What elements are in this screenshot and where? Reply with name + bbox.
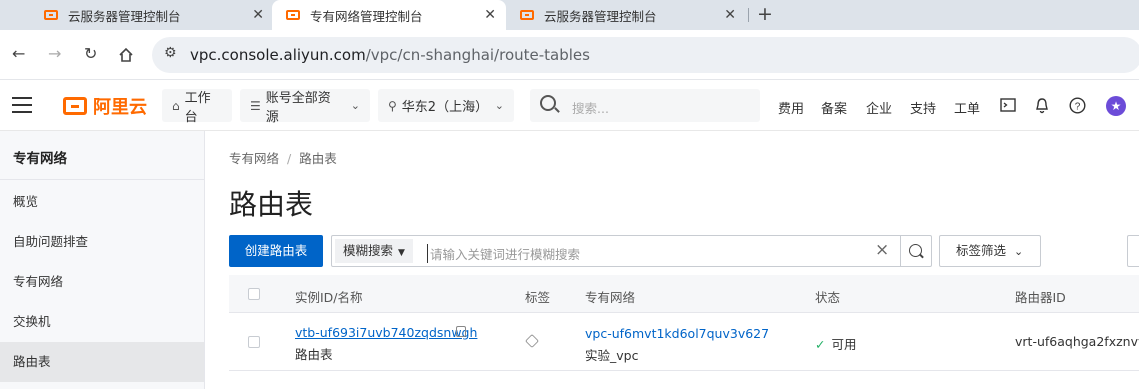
vpc-name: 实验_vpc [585, 348, 639, 363]
search-icon[interactable] [909, 244, 922, 257]
column-header-instance: 实例ID/名称 [295, 290, 363, 305]
column-header-router-id: 路由器ID [1015, 290, 1066, 305]
sidebar-item-vpc[interactable]: 专有网络 [0, 262, 204, 302]
region-label: 华东2（上海） [401, 100, 489, 115]
chevron-down-icon: ⌄ [1014, 245, 1024, 258]
aliyun-favicon-icon [44, 10, 58, 20]
url-text[interactable]: vpc.console.aliyun.com/vpc/cn-shanghai/r… [190, 46, 590, 64]
menu-hamburger-icon[interactable] [12, 97, 32, 113]
tab-title: 云服务器管理控制台 [68, 8, 181, 24]
nav-link-enterprise[interactable]: 企业 [866, 98, 892, 117]
sidebar-title: 专有网络 [13, 151, 67, 167]
copy-icon[interactable] [456, 326, 466, 337]
nav-link-support[interactable]: 支持 [910, 98, 936, 117]
svg-text:?: ? [1075, 102, 1081, 113]
route-table-id-link[interactable]: vtb-uf693i7uvb740zqdsnwgh [295, 325, 477, 340]
search-icon [540, 95, 556, 111]
nav-link-icp[interactable]: 备案 [821, 98, 847, 117]
select-all-checkbox[interactable] [248, 288, 260, 300]
divider [900, 236, 901, 266]
logo-text: 阿里云 [93, 97, 147, 118]
aliyun-favicon-icon [520, 10, 534, 20]
address-bar-row: ← → ↻ ⚙ vpc.console.aliyun.com/vpc/cn-sh… [0, 30, 1139, 80]
route-table-name: 路由表 [295, 347, 333, 362]
tab-title: 云服务器管理控制台 [544, 8, 657, 24]
breadcrumb-route-table: 路由表 [299, 151, 337, 166]
home-icon[interactable] [118, 47, 134, 63]
sidebar-item-diagnosis[interactable]: 自助问题排查 [0, 222, 204, 262]
status-badge: ✓ 可用 [815, 337, 857, 352]
chevron-down-icon: ⌄ [494, 99, 504, 112]
sidebar: 专有网络 概览 自助问题排查 专有网络 交换机 路由表 [0, 131, 205, 389]
terminal-icon[interactable] [1000, 98, 1016, 112]
browser-tab-ecs-1[interactable]: 云服务器管理控制台 ✕ [30, 0, 274, 30]
tab-separator [748, 8, 749, 22]
sidebar-item-route-table[interactable]: 路由表 [0, 342, 204, 382]
close-tab-icon[interactable]: ✕ [252, 7, 264, 23]
workbench-label: 工作台 [184, 90, 211, 125]
breadcrumb-vpc[interactable]: 专有网络 [229, 151, 279, 166]
list-icon: ☰ [250, 98, 261, 113]
clear-icon[interactable]: × [875, 240, 889, 260]
column-header-status: 状态 [815, 290, 841, 305]
table-row: vtb-uf693i7uvb740zqdsnwgh 路由表 vpc-uf6mvt… [229, 313, 1139, 371]
breadcrumb-separator: / [287, 151, 292, 166]
fuzzy-search-input[interactable]: 请输入关键词进行模糊搜索 [427, 244, 580, 263]
reload-icon[interactable]: ↻ [84, 44, 97, 63]
page-title: 路由表 [229, 188, 314, 221]
forward-arrow-icon[interactable]: → [48, 44, 61, 63]
close-tab-icon[interactable]: ✕ [484, 7, 496, 23]
column-header-tags: 标签 [525, 290, 551, 305]
table-header: 实例ID/名称 标签 专有网络 状态 路由器ID [229, 275, 1139, 313]
nav-link-ticket[interactable]: 工单 [954, 98, 980, 117]
aliyun-logo-icon [63, 97, 87, 115]
tab-title: 专有网络管理控制台 [310, 8, 423, 24]
resource-scope-label: 账号全部资源 [265, 90, 331, 125]
create-route-table-button[interactable]: 创建路由表 [229, 235, 323, 267]
resource-scope-dropdown[interactable]: ☰ 账号全部资源 ⌄ [240, 89, 370, 125]
search-placeholder: 搜索... [572, 101, 609, 116]
sidebar-item-vswitch[interactable]: 交换机 [0, 302, 204, 342]
sidebar-divider [0, 179, 204, 180]
tag-icon[interactable] [524, 333, 540, 349]
browser-tab-vpc[interactable]: 专有网络管理控制台 ✕ [272, 0, 506, 30]
toolbar-extra-button[interactable] [1127, 235, 1139, 267]
router-id: vrt-uf6aqhga2fxznvypie [1015, 334, 1139, 349]
site-info-icon[interactable]: ⚙ [164, 45, 177, 61]
back-arrow-icon[interactable]: ← [12, 44, 25, 63]
caret-down-icon: ▼ [398, 248, 405, 258]
column-header-vpc: 专有网络 [585, 290, 636, 305]
url-bar[interactable]: ⚙ vpc.console.aliyun.com/vpc/cn-shanghai… [152, 37, 1139, 73]
browser-tab-strip: 云服务器管理控制台 ✕ 专有网络管理控制台 ✕ 云服务器管理控制台 ✕ + [0, 0, 1139, 30]
tag-filter-button[interactable]: 标签筛选 ⌄ [939, 235, 1041, 267]
console-top-nav: 阿里云 ⌂ 工作台 ☰ 账号全部资源 ⌄ ⚲ 华东2（上海） ⌄ 搜索... 费… [0, 81, 1139, 131]
close-tab-icon[interactable]: ✕ [724, 7, 736, 23]
check-icon: ✓ [815, 337, 826, 352]
search-type-dropdown[interactable]: 模糊搜索 ▼ [335, 239, 413, 263]
aliyun-favicon-icon [286, 10, 300, 20]
location-pin-icon: ⚲ [388, 98, 397, 113]
sidebar-item-overview[interactable]: 概览 [0, 182, 204, 222]
vpc-id-link[interactable]: vpc-uf6mvt1kd6ol7quv3v627 [585, 326, 769, 341]
home-icon: ⌂ [172, 98, 180, 113]
browser-tab-ecs-2[interactable]: 云服务器管理控制台 ✕ [506, 0, 746, 30]
chevron-down-icon: ⌄ [350, 99, 360, 112]
aliyun-logo[interactable]: 阿里云 [63, 93, 147, 119]
bell-icon[interactable] [1034, 97, 1050, 114]
nav-link-billing[interactable]: 费用 [778, 98, 804, 117]
workbench-button[interactable]: ⌂ 工作台 [162, 89, 232, 125]
row-checkbox[interactable] [248, 336, 260, 348]
region-dropdown[interactable]: ⚲ 华东2（上海） ⌄ [378, 89, 514, 122]
user-avatar[interactable]: ★ [1106, 96, 1126, 116]
fuzzy-search-box: 模糊搜索 ▼ 请输入关键词进行模糊搜索 × [331, 235, 932, 267]
console-search-input[interactable]: 搜索... [530, 89, 760, 122]
new-tab-icon[interactable]: + [757, 3, 773, 25]
help-icon[interactable]: ? [1069, 97, 1086, 114]
breadcrumb: 专有网络 / 路由表 [229, 148, 337, 167]
